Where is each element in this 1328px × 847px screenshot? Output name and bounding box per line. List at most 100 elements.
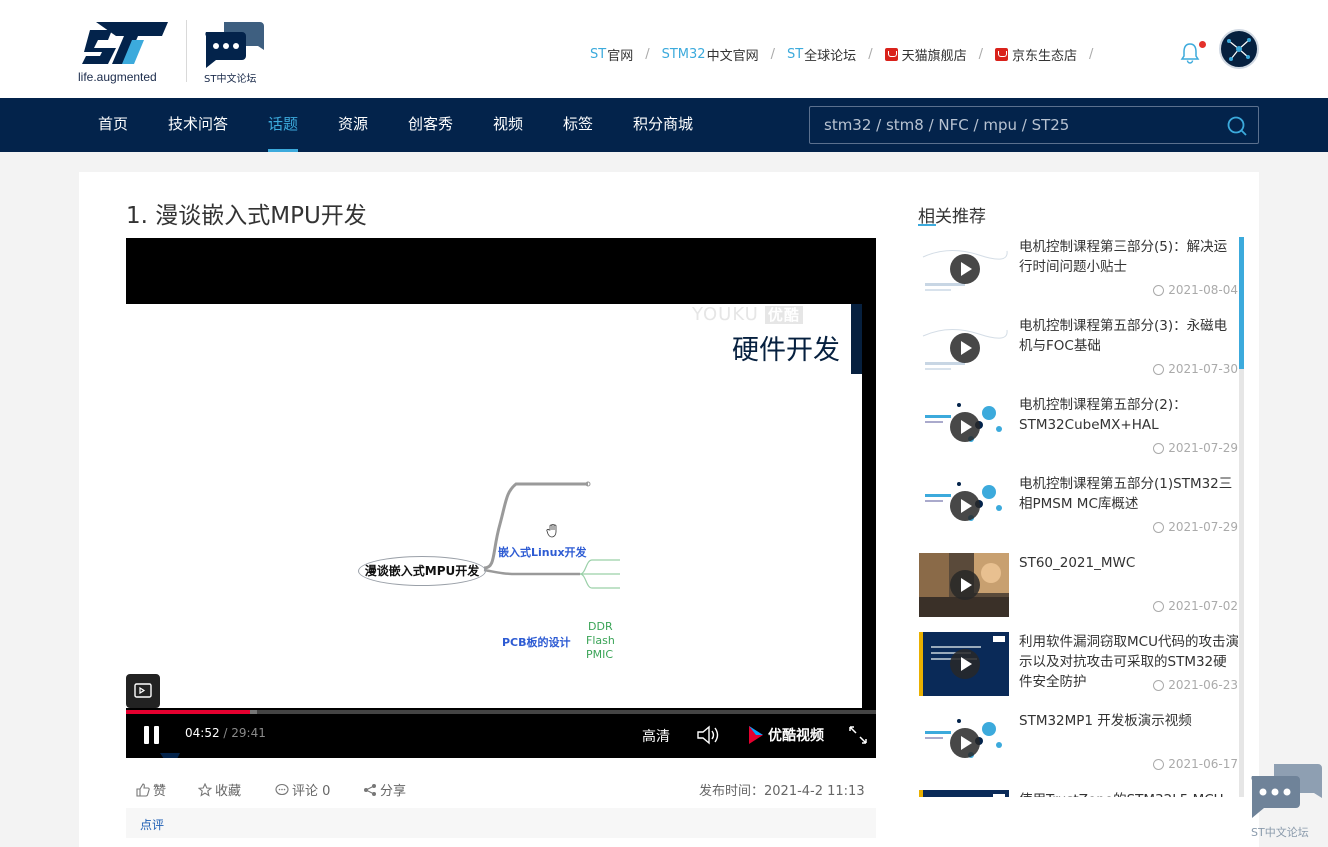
mind-map: 漫谈嵌入式MPU开发 嵌入式Linux开发 PCB板的设计 DDR Flash …: [356, 464, 626, 661]
time-separator: /: [219, 726, 232, 740]
top-link-highlight: ST: [786, 46, 804, 62]
search-input[interactable]: [810, 107, 1210, 143]
top-link-highlight: ST: [590, 46, 607, 62]
related-item-title[interactable]: 使用TrustZone的STM32L5 MCU: [1019, 790, 1238, 797]
slide-accent-bar: [851, 304, 862, 374]
bell-icon[interactable]: [1180, 42, 1200, 64]
cursor-hand-icon: [546, 524, 557, 538]
share-button[interactable]: 分享: [363, 780, 406, 799]
nav-item[interactable]: 技术问答: [168, 98, 228, 152]
comment-tab-bar: 点评: [126, 808, 876, 838]
nav-item[interactable]: 视频: [493, 98, 523, 152]
youku-watermark: YOUKU 优酷: [692, 304, 803, 325]
current-time: 04:52: [185, 726, 220, 740]
related-item-title[interactable]: ST60_2021_MWC: [1019, 553, 1238, 573]
mind-map-node: 嵌入式Linux开发: [498, 546, 587, 559]
share-label: 分享: [380, 784, 407, 799]
youku-play-icon: [749, 726, 763, 744]
like-label: 赞: [153, 784, 167, 799]
related-thumbnail[interactable]: [919, 632, 1009, 696]
nav-item[interactable]: 创客秀: [408, 98, 453, 152]
st-corner-logo-icon: [160, 753, 180, 758]
nav-item[interactable]: 积分商城: [633, 98, 693, 152]
publish-time: 发布时间：2021-4-2 11:13: [699, 784, 865, 799]
related-thumbnail[interactable]: [919, 395, 1009, 459]
related-item[interactable]: 电机控制课程第五部分(3)：永磁电机与FOC基础 2021-07-30: [918, 316, 1238, 386]
related-item[interactable]: 电机控制课程第五部分(2)：STM32CubeMX+HAL 2021-07-29: [918, 395, 1238, 465]
top-link-separator: /: [1089, 46, 1094, 62]
video-frame: YOUKU 优酷 硬件开发 漫谈嵌入式MPU开发 嵌入式Linux开发 PCB板的…: [126, 304, 862, 758]
floating-forum-button[interactable]: ST中文论坛: [1248, 762, 1324, 842]
related-thumbnail[interactable]: [919, 316, 1009, 380]
top-link[interactable]: 天猫旗舰店: [884, 45, 967, 64]
top-link-separator: /: [868, 46, 873, 62]
related-item-title[interactable]: 电机控制课程第五部分(2)：STM32CubeMX+HAL: [1019, 395, 1238, 435]
related-thumbnail[interactable]: [919, 553, 1009, 617]
star-icon: [198, 782, 212, 797]
related-item[interactable]: 电机控制课程第三部分(5)：解决运行时间问题小贴士 2021-08-04: [918, 237, 1238, 307]
pip-button[interactable]: [126, 674, 160, 708]
related-item-title[interactable]: 电机控制课程第五部分(1)STM32三相PMSM MC库概述: [1019, 474, 1238, 514]
related-item-title[interactable]: STM32MP1 开发板演示视频: [1019, 711, 1238, 731]
volume-icon[interactable]: [696, 724, 722, 746]
shop-bag-icon: [994, 47, 1008, 61]
related-item[interactable]: 电机控制课程第五部分(1)STM32三相PMSM MC库概述 2021-07-29: [918, 474, 1238, 544]
related-item[interactable]: 使用TrustZone的STM32L5 MCU: [918, 790, 1238, 797]
chat-bubbles-icon: [1251, 764, 1322, 818]
related-item-date: 2021-07-30: [1153, 362, 1238, 376]
related-item-title[interactable]: 电机控制课程第五部分(3)：永磁电机与FOC基础: [1019, 316, 1238, 356]
nav-item[interactable]: 资源: [338, 98, 368, 152]
related-item[interactable]: 利用软件漏洞窃取MCU代码的攻击演示以及对抗攻击可采取的STM32硬件安全防护 2…: [918, 632, 1238, 702]
pause-button[interactable]: [142, 724, 162, 746]
search-box: [809, 106, 1259, 144]
related-thumbnail[interactable]: [919, 474, 1009, 538]
st-logo[interactable]: life.augmented: [78, 18, 174, 86]
page-title: 1. 漫谈嵌入式MPU开发: [126, 203, 367, 229]
quality-button[interactable]: 高清: [642, 726, 670, 746]
related-thumbnail[interactable]: [919, 237, 1009, 301]
top-link[interactable]: STM32 中文官网: [662, 45, 759, 64]
play-icon: [950, 728, 980, 758]
floating-forum-label: ST中文论坛: [1251, 826, 1309, 839]
favorite-button[interactable]: 收藏: [198, 780, 241, 799]
top-link[interactable]: ST 官网: [590, 45, 633, 64]
play-icon: [950, 491, 980, 521]
related-item[interactable]: ST60_2021_MWC 2021-07-02: [918, 553, 1238, 623]
top-link-label: 全球论坛: [804, 48, 857, 64]
youku-logo[interactable]: 优酷视频: [746, 724, 846, 748]
comment-tab[interactable]: 点评: [140, 816, 164, 833]
search-icon[interactable]: [1226, 115, 1248, 137]
fullscreen-icon[interactable]: [848, 725, 868, 745]
play-icon: [950, 254, 980, 284]
related-item-title[interactable]: 电机控制课程第三部分(5)：解决运行时间问题小贴士: [1019, 237, 1238, 277]
top-link-separator: /: [645, 46, 650, 62]
video-player[interactable]: YOUKU 优酷 硬件开发 漫谈嵌入式MPU开发 嵌入式Linux开发 PCB板的…: [126, 238, 876, 758]
nav-item[interactable]: 标签: [563, 98, 593, 152]
provider-label: 优酷视频: [768, 728, 824, 744]
top-link[interactable]: ST 全球论坛: [787, 45, 856, 64]
related-scrollbar[interactable]: [1239, 237, 1244, 797]
comment-button[interactable]: 评论 0: [275, 780, 330, 799]
comment-icon: [275, 783, 289, 795]
nav-item[interactable]: 首页: [98, 98, 128, 152]
top-link[interactable]: 京东生态店: [994, 45, 1077, 64]
related-item[interactable]: STM32MP1 开发板演示视频 2021-06-17: [918, 711, 1238, 781]
forum-logo[interactable]: ST中文论坛: [202, 20, 266, 86]
avatar[interactable]: [1219, 29, 1259, 69]
top-link-label: 京东生态店: [1011, 48, 1077, 64]
related-scrollbar-thumb[interactable]: [1239, 237, 1244, 369]
like-button[interactable]: 赞: [136, 780, 166, 799]
network-avatar-icon: [1227, 38, 1251, 61]
mind-map-leaf: DDR: [588, 620, 613, 633]
watermark-text: YOUKU: [692, 304, 759, 325]
play-icon: [950, 649, 980, 679]
nav-item[interactable]: 话题: [268, 98, 299, 152]
play-icon: [950, 570, 980, 600]
video-progress-bar[interactable]: [126, 710, 876, 714]
related-thumbnail[interactable]: [919, 790, 1009, 797]
related-thumbnail[interactable]: [919, 711, 1009, 775]
comment-label: 评论 0: [292, 784, 331, 799]
related-item-date: 2021-07-02: [1153, 599, 1238, 613]
total-time: 29:41: [231, 726, 266, 740]
related-title-underline: [918, 224, 936, 226]
